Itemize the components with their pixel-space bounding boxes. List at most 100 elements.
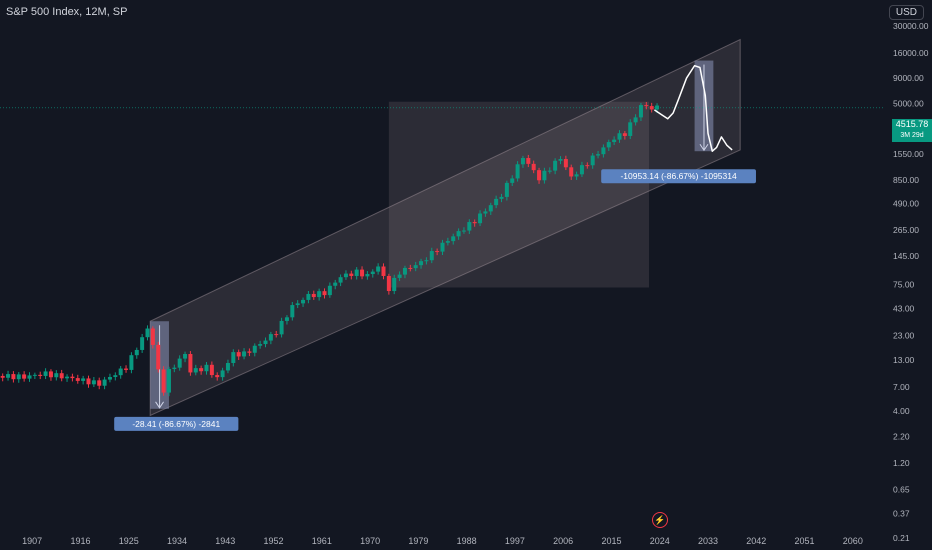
candle-body [638,105,643,118]
x-tick-label: 1952 [264,536,284,546]
x-tick-label: 1970 [360,536,380,546]
candle-body [333,282,338,286]
y-tick-label: 265.00 [893,225,919,235]
candle-body [183,353,188,359]
candle-body [311,293,316,298]
candle-body [515,164,520,179]
drawdown-label-2: -10953.14 (-86.67%) -1095314 [601,169,756,184]
candle-body [6,374,11,378]
candle-body [510,178,515,183]
candle-body [370,271,375,275]
candle-body [612,139,617,143]
candle-body [365,274,370,277]
candle-body [161,369,166,393]
y-tick-label: 490.00 [893,199,919,209]
candle-body [343,273,348,278]
candle-body [386,275,391,292]
y-tick-label: 23.00 [893,330,915,340]
y-tick-label: 13.00 [893,355,915,365]
lightning-icon[interactable]: ⚡ [652,512,668,528]
candle-body [408,267,413,269]
candle-body [360,269,365,277]
candle-body [553,160,558,171]
candle-body [633,117,638,123]
candle-body [349,273,354,276]
candle-body [617,133,622,140]
candle-body [193,368,198,373]
candle-body [129,355,134,370]
candle-body [258,344,263,346]
candle-body [327,285,332,296]
candle-body [242,351,247,357]
candle-body [204,364,209,372]
candle-body [54,373,59,378]
y-tick-label: 16000.00 [893,48,929,58]
drawdown-label-text: -10953.14 (-86.67%) -1095314 [620,171,737,181]
x-tick-label: 2015 [601,536,621,546]
candle-body [520,158,525,165]
candle-body [81,378,86,381]
x-tick-label: 2051 [795,536,815,546]
candle-body [11,374,16,380]
candle-body [478,213,483,224]
candle-body [413,265,418,269]
candle-body [542,170,547,181]
candle-body [247,351,252,353]
candle-body [43,371,48,376]
candle-body [70,376,75,379]
candle-body [596,154,601,156]
x-axis: 1907 1916 1925 1934 1943 1952 1961 1970 1979 1988… [22,536,863,546]
candle-body [655,105,660,110]
candle-body [579,165,584,175]
candle-body [392,277,397,292]
candle-body [483,211,488,214]
x-tick-label: 2042 [746,536,766,546]
candle-body [274,334,279,336]
candle-body [91,380,96,385]
candle-body [569,167,574,177]
candle-body [38,374,43,376]
candle-body [124,368,129,370]
candle-body [263,340,268,345]
candle-body [268,334,273,341]
candle-body [16,374,21,380]
plot-area: -28.41 (-86.67%) -2841 -10953.14 (-86.67%… [0,38,885,431]
candle-body [177,358,182,368]
x-tick-label: 1925 [119,536,139,546]
candle-body [59,373,64,379]
y-tick-label: 43.00 [893,304,915,314]
x-tick-label: 2060 [843,536,863,546]
candle-body [284,317,289,321]
candle-body [86,378,91,385]
y-tick-label: 0.65 [893,484,910,494]
candle-body [301,299,306,304]
candle-body [322,291,327,296]
price-chart[interactable]: -28.41 (-86.67%) -2841 -10953.14 (-86.67%… [0,0,932,550]
candle-body [547,170,552,172]
candle-body [601,147,606,155]
y-tick-label: 0.21 [893,533,910,543]
candle-body [295,303,300,306]
candle-body [156,344,161,370]
candle-body [290,305,295,318]
candle-body [467,222,472,231]
candle-body [231,352,236,364]
candle-body [376,266,381,272]
last-price-tag: 4515.78 3M 29d [892,119,932,142]
y-tick-label: 850.00 [893,175,919,185]
candle-body [606,142,611,148]
candle-body [499,196,504,199]
candle-body [649,106,654,110]
candle-body [118,368,123,376]
candle-body [526,158,531,164]
chart-title: S&P 500 Index, 12M, SP [6,6,128,18]
candle-body [419,261,424,266]
currency-selector[interactable]: USD [888,5,924,20]
candle-body [472,222,477,224]
candle-body [97,380,102,386]
candle-body [113,375,118,378]
y-tick-label: 4.00 [893,406,910,416]
x-tick-label: 1988 [457,536,477,546]
candle-body [27,375,32,379]
candle-body [32,374,37,376]
